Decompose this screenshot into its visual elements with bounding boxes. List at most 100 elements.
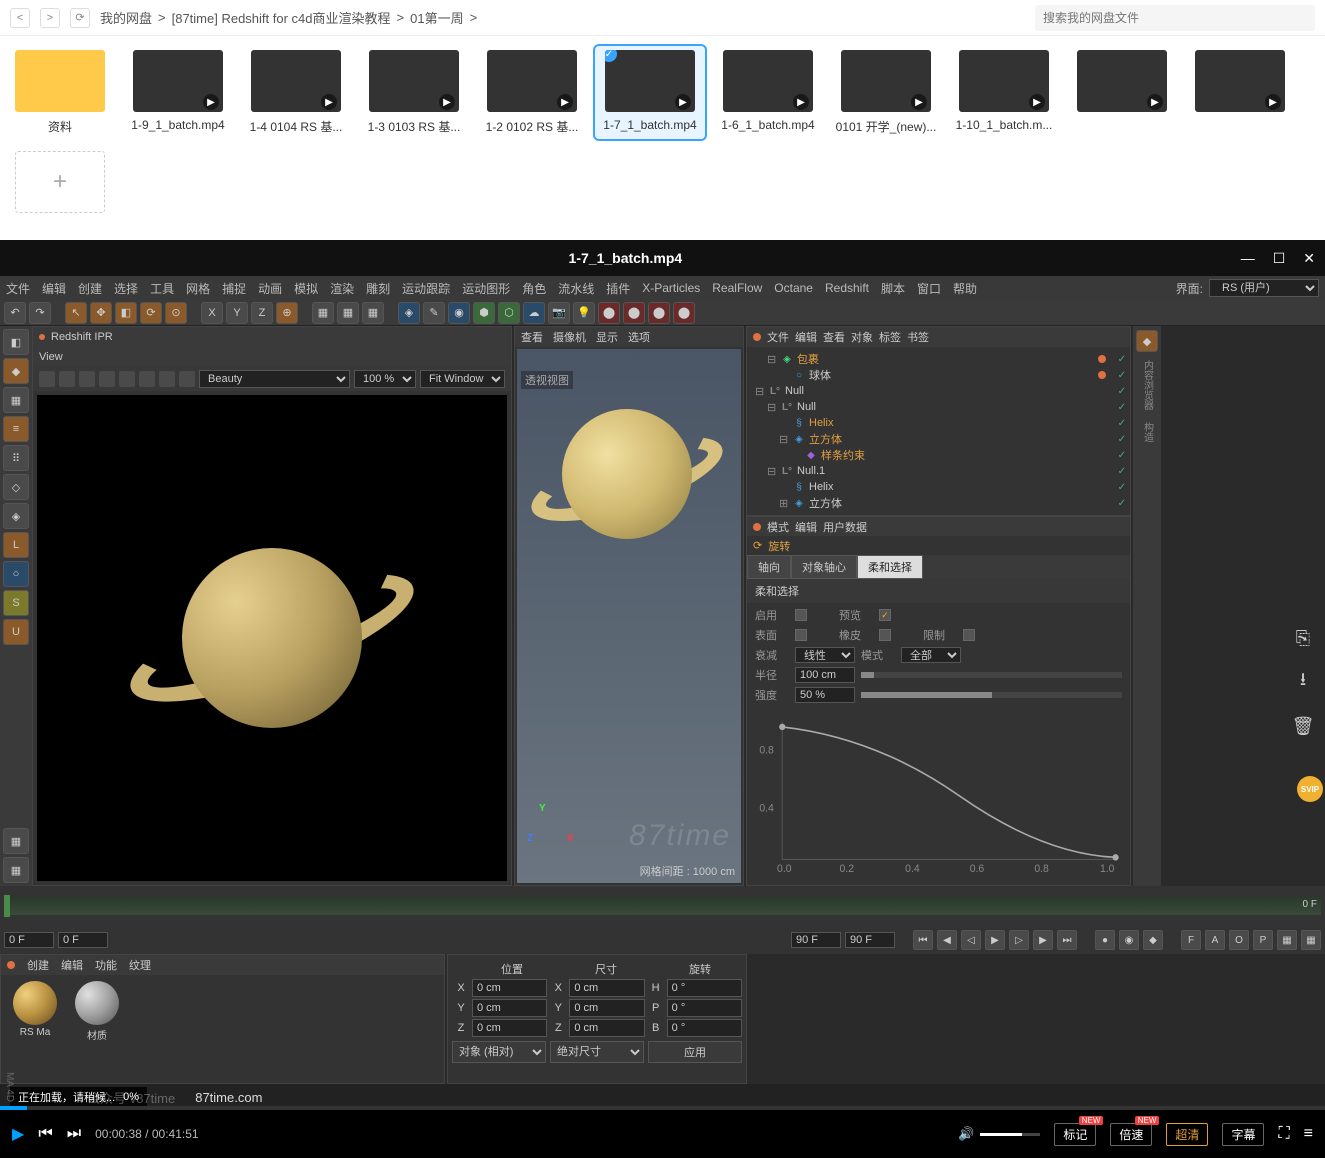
ipr-lock-icon[interactable] xyxy=(79,371,95,387)
attr-strength-input[interactable] xyxy=(795,687,855,703)
aov-select[interactable]: Beauty xyxy=(199,370,350,388)
tree-item[interactable]: Null.1 xyxy=(797,465,1106,477)
polygons-mode-icon[interactable]: ◈ xyxy=(3,503,29,529)
tweak-icon[interactable]: ○ xyxy=(3,561,29,587)
environment-icon[interactable]: ☁ xyxy=(523,302,545,324)
camera-icon[interactable]: 📷 xyxy=(548,302,570,324)
locked-workplane-icon[interactable]: ▦ xyxy=(3,828,29,854)
fullscreen-button[interactable]: ⛶ xyxy=(1278,1125,1289,1143)
pos-y-input[interactable] xyxy=(472,999,547,1017)
size-z-input[interactable] xyxy=(569,1019,644,1037)
size-y-input[interactable] xyxy=(569,999,644,1017)
vp-camera-menu[interactable]: 摄像机 xyxy=(553,329,586,345)
menu-render[interactable]: 渲染 xyxy=(330,280,354,297)
attr-eraser-check[interactable] xyxy=(879,629,891,641)
timeline[interactable]: 0 F xyxy=(0,886,1325,926)
menu-create[interactable]: 创建 xyxy=(78,280,102,297)
menu-redshift[interactable]: Redshift xyxy=(825,281,869,295)
attr-apply-check[interactable] xyxy=(795,609,807,621)
vip-badge[interactable]: SVIP xyxy=(1297,776,1323,802)
menu-mesh[interactable]: 网格 xyxy=(186,280,210,297)
nav-refresh-button[interactable]: ⟳ xyxy=(70,8,90,28)
menu-file[interactable]: 文件 xyxy=(6,280,30,297)
file-item[interactable] xyxy=(1185,46,1295,139)
attr-tab-axis[interactable]: 轴向 xyxy=(747,555,791,579)
prev-key-icon[interactable]: ◀ xyxy=(937,930,957,950)
viewport-3d[interactable]: 透视视图 X Y Z 87time 网格间距 : 1000 cm xyxy=(517,349,741,883)
scene-menu-file[interactable]: 文件 xyxy=(767,329,789,345)
z-axis-icon[interactable]: Z xyxy=(251,302,273,324)
ctrl-o-icon[interactable]: O xyxy=(1229,930,1249,950)
menu-animate[interactable]: 动画 xyxy=(258,280,282,297)
menu-edit[interactable]: 编辑 xyxy=(42,280,66,297)
volume-control[interactable]: 🔊 xyxy=(958,1126,1040,1142)
quality-button[interactable]: 超清 xyxy=(1166,1123,1208,1146)
magnet-icon[interactable]: U xyxy=(3,619,29,645)
render-settings-icon[interactable]: ▦ xyxy=(312,302,334,324)
menu-snap[interactable]: 捕捉 xyxy=(222,280,246,297)
tree-item[interactable]: 球体 xyxy=(809,367,1094,383)
menu-script[interactable]: 脚本 xyxy=(881,280,905,297)
prev-button[interactable]: ⏮ xyxy=(38,1125,52,1143)
rs-dome-icon[interactable]: ⬤ xyxy=(623,302,645,324)
coord-system-icon[interactable]: ⊕ xyxy=(276,302,298,324)
x-axis-icon[interactable]: X xyxy=(201,302,223,324)
nav-back-button[interactable]: < xyxy=(10,8,30,28)
attr-mode-select[interactable]: 全部 xyxy=(901,647,961,663)
download-button[interactable]: ⭳ xyxy=(1281,660,1325,704)
ctrl-misc2-icon[interactable]: ▦ xyxy=(1301,930,1321,950)
tree-item[interactable]: Null xyxy=(785,385,1106,397)
zoom-select[interactable]: 100 % xyxy=(354,370,416,388)
play-icon[interactable]: ▶ xyxy=(985,930,1005,950)
light-icon[interactable]: 💡 xyxy=(573,302,595,324)
move-tool-icon[interactable]: ✥ xyxy=(90,302,112,324)
menu-tools[interactable]: 工具 xyxy=(150,280,174,297)
ipr-region-icon[interactable] xyxy=(159,371,175,387)
edges-mode-icon[interactable]: ◇ xyxy=(3,474,29,500)
generator-icon[interactable]: ⬢ xyxy=(473,302,495,324)
ctrl-a-icon[interactable]: A xyxy=(1205,930,1225,950)
add-item-button[interactable]: + xyxy=(5,147,115,217)
attr-menu-edit[interactable]: 编辑 xyxy=(795,519,817,535)
vp-view-menu[interactable]: 查看 xyxy=(521,329,543,345)
file-item[interactable]: 1-4 0104 RS 基... xyxy=(241,46,351,139)
frame-end-input[interactable] xyxy=(845,932,895,948)
dock-icon[interactable]: ◆ xyxy=(1136,330,1158,352)
subdivision-icon[interactable]: ◉ xyxy=(448,302,470,324)
breadcrumb-p2[interactable]: 01第一周 xyxy=(410,8,463,27)
rs-proxy-icon[interactable]: ⬤ xyxy=(673,302,695,324)
tree-item[interactable]: Helix xyxy=(809,417,1106,429)
attr-preview-check[interactable] xyxy=(879,609,891,621)
menu-realflow[interactable]: RealFlow xyxy=(712,281,762,295)
ipr-misc-icon[interactable] xyxy=(179,371,195,387)
rs-env-icon[interactable]: ⬤ xyxy=(648,302,670,324)
tree-item[interactable]: Null xyxy=(797,401,1106,413)
ipr-refresh-icon[interactable] xyxy=(59,371,75,387)
ipr-settings-icon[interactable] xyxy=(139,371,155,387)
mark-button[interactable]: 标记NEW xyxy=(1054,1123,1096,1146)
playlist-button[interactable]: ≡ xyxy=(1304,1125,1313,1143)
cube-primitive-icon[interactable]: ◈ xyxy=(398,302,420,324)
select-tool-icon[interactable]: ↖ xyxy=(65,302,87,324)
next-button[interactable]: ⏭ xyxy=(67,1125,81,1143)
scale-tool-icon[interactable]: ◧ xyxy=(115,302,137,324)
attr-menu-mode[interactable]: 模式 xyxy=(767,519,789,535)
volume-slider[interactable] xyxy=(980,1133,1040,1136)
coord-abs-select[interactable]: 绝对尺寸 xyxy=(550,1041,644,1063)
coord-apply-button[interactable]: 应用 xyxy=(648,1041,742,1063)
key-sel-icon[interactable]: ◆ xyxy=(1143,930,1163,950)
ctrl-f-icon[interactable]: F xyxy=(1181,930,1201,950)
file-item[interactable]: 1-10_1_batch.m... xyxy=(949,46,1059,139)
vp-display-menu[interactable]: 显示 xyxy=(596,329,618,345)
scene-menu-tags[interactable]: 标签 xyxy=(879,329,901,345)
dock-tab-structure[interactable]: 构造 xyxy=(1138,418,1157,446)
scene-menu-bookmarks[interactable]: 书签 xyxy=(907,329,929,345)
frame-range-start-input[interactable] xyxy=(58,932,108,948)
goto-start-icon[interactable]: ⏮ xyxy=(913,930,933,950)
attr-radius-slider[interactable] xyxy=(861,672,1122,678)
menu-sculpt[interactable]: 雕刻 xyxy=(366,280,390,297)
undo-icon[interactable]: ↶ xyxy=(4,302,26,324)
file-item[interactable]: 1-9_1_batch.mp4 xyxy=(123,46,233,139)
axis-mode-icon[interactable]: L xyxy=(3,532,29,558)
menu-pipeline[interactable]: 流水线 xyxy=(558,280,594,297)
